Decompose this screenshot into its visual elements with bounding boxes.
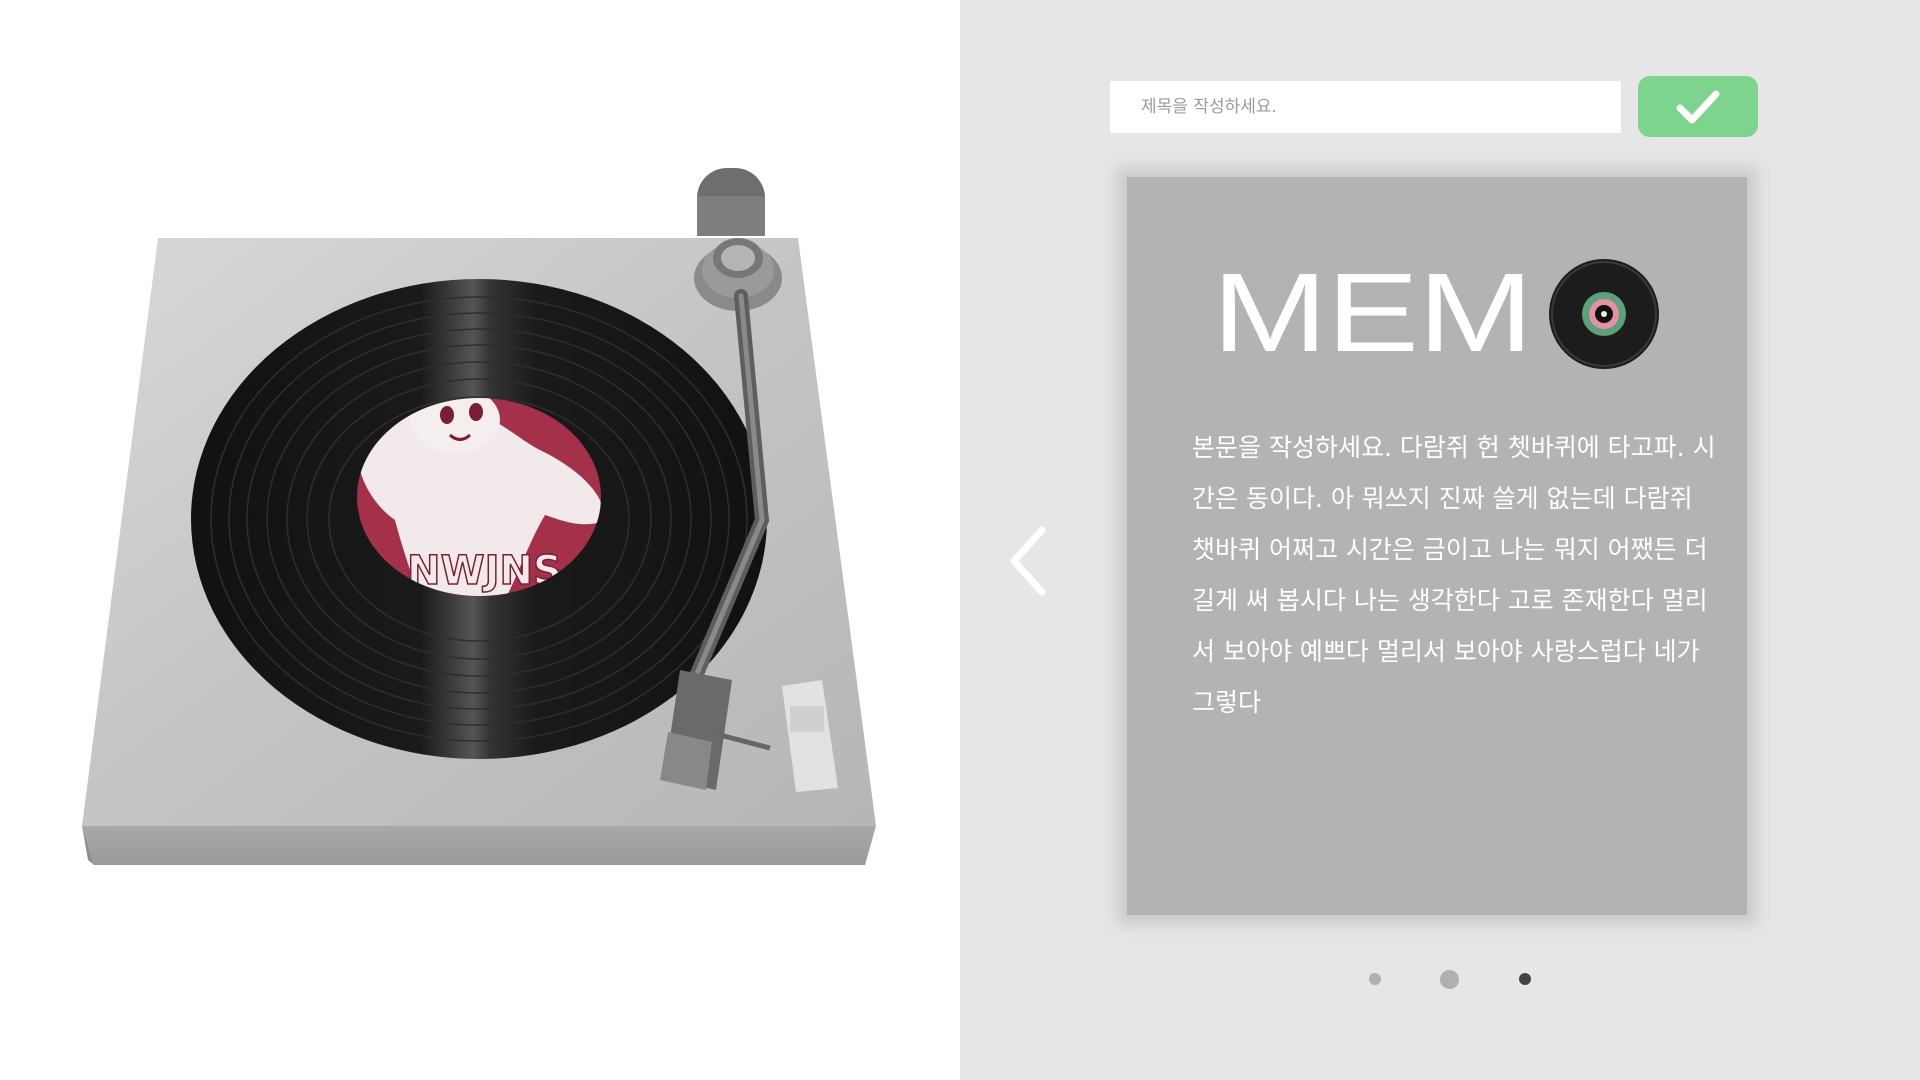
check-icon [1676,90,1720,123]
turntable-illustration: NWJNS [82,168,876,865]
turntable-pane: NWJNS [0,0,960,1080]
previous-button[interactable] [1000,522,1056,600]
chevron-left-icon [1010,526,1046,596]
confirm-button[interactable] [1638,76,1758,137]
title-input[interactable] [1110,81,1621,133]
page-dot-1[interactable] [1369,973,1381,985]
memo-body-text[interactable]: 본문을 작성하세요. 다람쥐 헌 쳇바퀴에 타고파. 시간은 동이다. 아 뭐쓰… [1192,422,1722,728]
record-disc-icon [1549,259,1659,369]
page-dot-3-active[interactable] [1519,973,1531,985]
memo-editor-pane: MEM 본문을 작성하세요. 다람쥐 헌 쳇바퀴에 타고파. 시간은 동이다. … [960,0,1920,1080]
page-dot-2[interactable] [1440,970,1459,989]
memo-logo-text: MEM [1212,250,1534,375]
turntable-plinth-front [82,826,876,865]
memo-card: MEM 본문을 작성하세요. 다람쥐 헌 쳇바퀴에 타고파. 시간은 동이다. … [1127,177,1747,915]
record-disc-ring-6 [1601,311,1607,317]
